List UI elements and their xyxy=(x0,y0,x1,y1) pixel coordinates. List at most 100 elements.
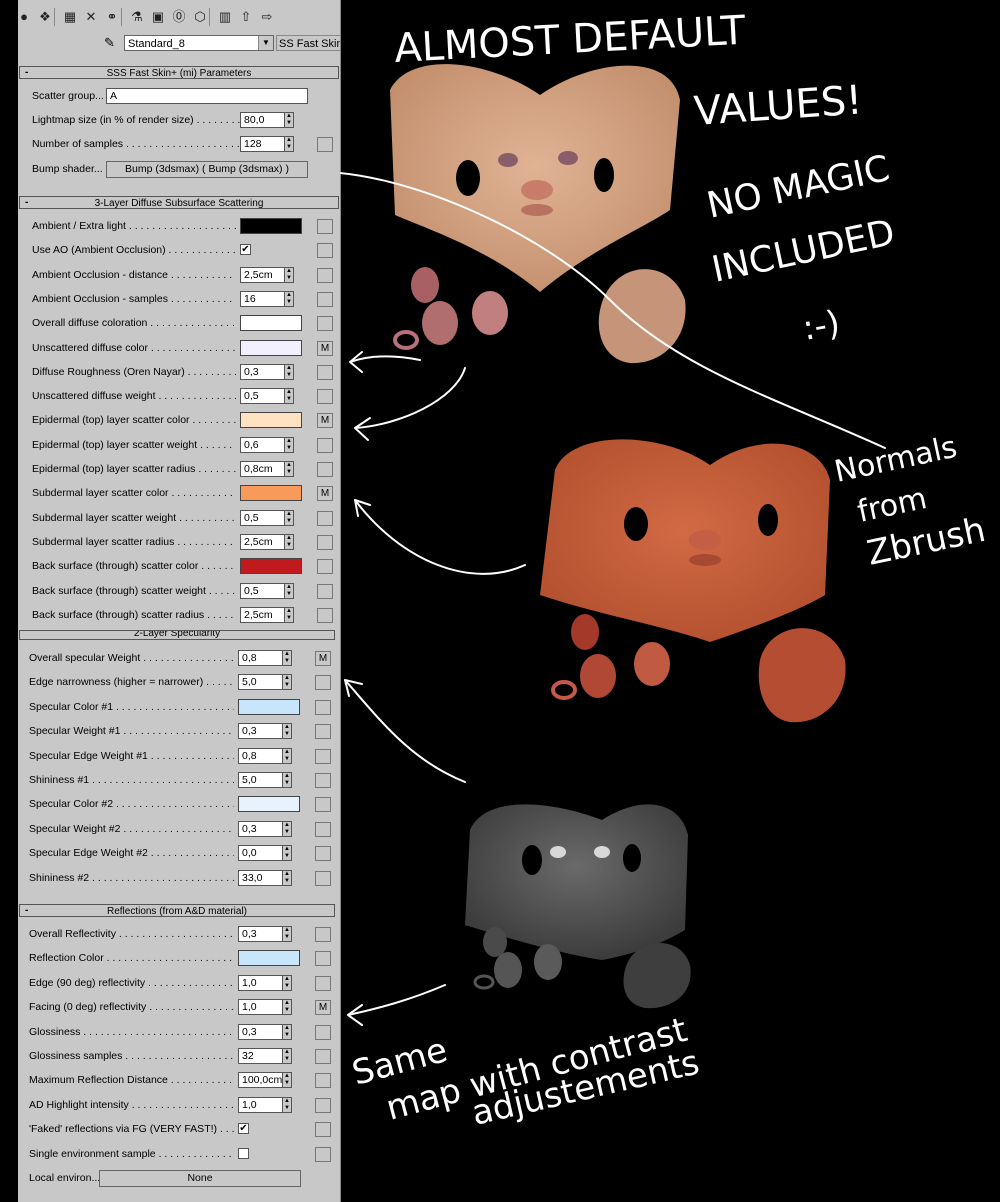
rollout-diffuse-sss[interactable]: - 3-Layer Diffuse Subsurface Scattering xyxy=(19,196,339,209)
spinner-arrows-icon[interactable]: ▲ ▼ xyxy=(282,772,292,788)
specular-spinner[interactable]: 0,0 ▲ ▼ xyxy=(238,845,292,862)
spinner-arrows-icon[interactable]: ▲ ▼ xyxy=(284,606,294,623)
specular-spinner[interactable]: 0,8 ▲ ▼ xyxy=(238,650,292,666)
reflections-spinner[interactable]: 0,3 ▲ ▼ xyxy=(238,926,292,942)
specular-spinner[interactable]: 0,3 ▲ ▼ xyxy=(238,723,292,740)
diffuse-spinner[interactable]: 2,5cm ▲ ▼ xyxy=(240,606,294,623)
pick-material-icon[interactable]: ❖ xyxy=(37,9,53,25)
diffuse-map-button[interactable] xyxy=(317,291,333,307)
rollout-reflections[interactable]: - Reflections (from A&D material) xyxy=(19,904,335,917)
diffuse-map-button[interactable] xyxy=(317,364,333,380)
diffuse-map-button[interactable] xyxy=(317,559,333,575)
diffuse-spinner[interactable]: 2,5cm ▲ ▼ xyxy=(240,266,294,283)
spinner-arrows-icon[interactable]: ▲ ▼ xyxy=(284,509,294,526)
spinner-arrows-icon[interactable]: ▲ ▼ xyxy=(282,723,292,740)
specular-spinner[interactable]: 0,8 ▲ ▼ xyxy=(238,747,292,764)
reflections-map-button[interactable] xyxy=(315,1049,331,1064)
spinner-arrows-icon[interactable]: ▲ ▼ xyxy=(284,461,294,477)
diffuse-map-button[interactable] xyxy=(317,534,333,550)
spinner-arrows-icon[interactable]: ▲ ▼ xyxy=(282,845,292,862)
diffuse-spinner[interactable]: 0,8cm ▲ ▼ xyxy=(240,461,294,477)
diffuse-map-button[interactable] xyxy=(317,316,333,332)
spinner-arrows-icon[interactable]: ▲ ▼ xyxy=(284,266,294,283)
spinner-arrows-icon[interactable]: ▲ ▼ xyxy=(284,582,294,599)
specular-map-button[interactable] xyxy=(315,748,331,764)
reflections-spinner[interactable]: 1,0 ▲ ▼ xyxy=(238,974,292,991)
diffuse-spinner[interactable]: 16 ▲ ▼ xyxy=(240,290,294,307)
delete-icon[interactable]: ✕ xyxy=(83,9,99,25)
lightmap-size-spinner[interactable]: 80,0 ▲ ▼ xyxy=(240,112,294,128)
reflections-spinner[interactable]: 100,0cm ▲ ▼ xyxy=(238,1072,292,1089)
spinner-arrows-icon[interactable]: ▲ ▼ xyxy=(284,363,294,380)
diffuse-spinner[interactable]: 0,6 ▲ ▼ xyxy=(240,436,294,453)
diffuse-spinner[interactable]: 2,5cm ▲ ▼ xyxy=(240,533,294,550)
diffuse-map-button[interactable] xyxy=(317,437,333,453)
diffuse-spinner[interactable]: 0,5 ▲ ▼ xyxy=(240,582,294,599)
diffuse-color-swatch[interactable] xyxy=(240,558,302,575)
spinner-arrows-icon[interactable]: ▲ ▼ xyxy=(284,290,294,307)
specular-spinner[interactable]: 5,0 ▲ ▼ xyxy=(238,674,292,691)
spinner-arrows-icon[interactable]: ▲ ▼ xyxy=(282,820,292,837)
diffuse-spinner[interactable]: 0,5 ▲ ▼ xyxy=(240,509,294,526)
specular-spinner[interactable]: 5,0 ▲ ▼ xyxy=(238,772,292,788)
spinner-arrows-icon[interactable]: ▲ ▼ xyxy=(282,999,292,1016)
diffuse-map-button[interactable] xyxy=(317,607,333,623)
eyedropper-icon[interactable]: ✎ xyxy=(104,35,115,51)
spinner-arrows-icon[interactable]: ▲ ▼ xyxy=(284,388,294,405)
diffuse-map-button[interactable] xyxy=(317,510,333,526)
reflections-checkbox[interactable] xyxy=(238,1147,249,1159)
show-end-result-icon[interactable]: ▥ xyxy=(217,9,233,25)
diffuse-map-button[interactable] xyxy=(317,389,333,405)
diffuse-color-swatch[interactable] xyxy=(240,315,302,332)
reflections-map-button[interactable]: M xyxy=(315,1000,331,1016)
material-type-button[interactable]: SS Fast Skin+ (mi) xyxy=(276,35,340,51)
diffuse-checkbox[interactable]: ✔ xyxy=(240,244,251,256)
go-to-parent-icon[interactable]: ⇧ xyxy=(238,9,254,25)
reflections-map-button[interactable] xyxy=(315,1146,331,1162)
specular-map-button[interactable] xyxy=(315,870,331,886)
spinner-arrows-icon[interactable]: ▲ ▼ xyxy=(284,112,294,128)
scatter-group-input[interactable]: A xyxy=(106,88,308,104)
diffuse-map-button[interactable]: M xyxy=(317,486,333,502)
reflections-map-button[interactable] xyxy=(315,927,331,942)
reflections-map-button[interactable] xyxy=(315,951,331,967)
reflections-map-button[interactable] xyxy=(315,1097,331,1113)
chevron-down-icon[interactable]: ▼ xyxy=(258,36,273,50)
spinner-arrows-icon[interactable]: ▲ ▼ xyxy=(284,136,294,152)
diffuse-spinner[interactable]: 0,3 ▲ ▼ xyxy=(240,363,294,380)
put-to-scene-icon[interactable]: ▦ xyxy=(62,9,78,25)
specular-map-button[interactable] xyxy=(315,821,331,837)
reflections-spinner[interactable]: 1,0 ▲ ▼ xyxy=(238,999,292,1016)
specular-map-button[interactable]: M xyxy=(315,651,331,666)
make-unique-icon[interactable]: ⚭ xyxy=(104,9,120,25)
reflections-map-button[interactable] xyxy=(315,1024,331,1040)
diffuse-color-swatch[interactable] xyxy=(240,218,302,234)
diffuse-map-button[interactable] xyxy=(317,267,333,283)
spinner-arrows-icon[interactable]: ▲ ▼ xyxy=(282,674,292,691)
sphere-icon[interactable]: ● xyxy=(18,9,32,25)
spinner-arrows-icon[interactable]: ▲ ▼ xyxy=(282,1023,292,1040)
specular-map-button[interactable] xyxy=(315,797,331,813)
reflections-spinner[interactable]: 0,3 ▲ ▼ xyxy=(238,1023,292,1040)
specular-map-button[interactable] xyxy=(315,773,331,788)
specular-map-button[interactable] xyxy=(315,846,331,862)
reflections-map-button[interactable] xyxy=(315,1073,331,1089)
diffuse-map-button[interactable] xyxy=(317,219,333,234)
spinner-arrows-icon[interactable]: ▲ ▼ xyxy=(284,436,294,453)
put-to-library-icon[interactable]: ⚗ xyxy=(129,9,145,25)
specular-spinner[interactable]: 0,3 ▲ ▼ xyxy=(238,820,292,837)
bump-shader-button[interactable]: Bump (3dsmax) ( Bump (3dsmax) ) xyxy=(106,161,308,178)
spinner-arrows-icon[interactable]: ▲ ▼ xyxy=(282,1048,292,1064)
spinner-arrows-icon[interactable]: ▲ ▼ xyxy=(282,747,292,764)
material-id-icon[interactable]: ▣ xyxy=(150,9,166,25)
specular-color-swatch[interactable] xyxy=(238,796,300,813)
spinner-arrows-icon[interactable]: ▲ ▼ xyxy=(282,650,292,666)
diffuse-color-swatch[interactable] xyxy=(240,412,302,429)
diffuse-map-button[interactable]: M xyxy=(317,340,333,356)
specular-map-button[interactable] xyxy=(315,724,331,740)
spinner-arrows-icon[interactable]: ▲ ▼ xyxy=(282,1072,292,1089)
material-name-field[interactable]: Standard_8 ▼ xyxy=(124,35,274,51)
go-forward-icon[interactable]: ⇨ xyxy=(259,9,275,25)
reflections-map-button[interactable] xyxy=(315,1122,331,1138)
diffuse-color-swatch[interactable] xyxy=(240,485,302,502)
